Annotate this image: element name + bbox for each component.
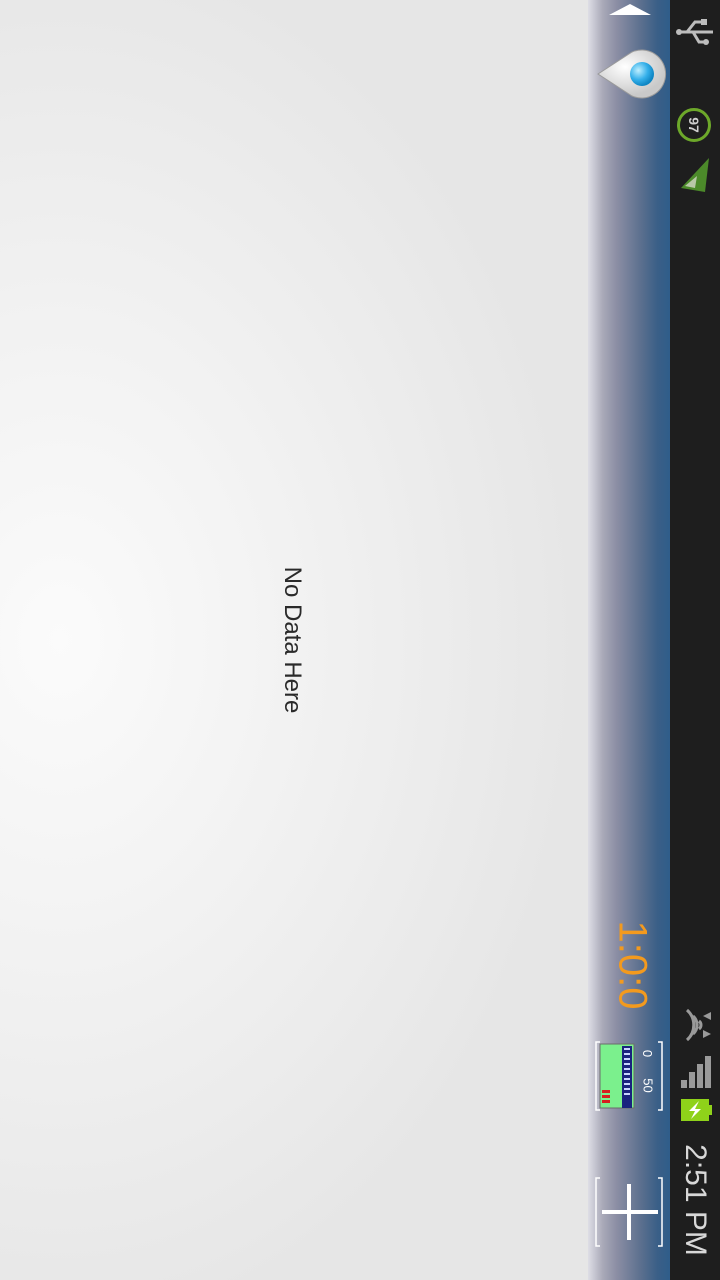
main-content: No Data Here — [0, 0, 588, 1280]
meter-max-label: 50 — [640, 1078, 656, 1093]
send-icon — [670, 152, 720, 196]
status-bar: 97 2:51 PM — [670, 0, 720, 1280]
up-caret-icon[interactable] — [609, 4, 651, 15]
add-button[interactable] — [594, 1176, 666, 1248]
notification-badge: 97 — [677, 108, 711, 142]
add-icon — [595, 1177, 663, 1247]
timer-display: 1:0:0 — [594, 900, 670, 1030]
clock: 2:51 PM — [670, 1130, 720, 1270]
wifi-icon — [670, 1004, 720, 1046]
battery-charging-icon — [670, 1096, 720, 1124]
meter-icon[interactable] — [594, 1040, 666, 1112]
usb-icon — [670, 14, 720, 50]
location-pin-icon[interactable] — [594, 46, 668, 102]
clock-text: 2:51 PM — [679, 1144, 712, 1256]
signal-icon — [670, 1052, 720, 1092]
empty-state-message: No Data Here — [279, 566, 306, 714]
timer-text: 1:0:0 — [610, 920, 655, 1010]
badge-value: 97 — [685, 117, 702, 133]
meter-min-label: 0 — [640, 1049, 656, 1058]
